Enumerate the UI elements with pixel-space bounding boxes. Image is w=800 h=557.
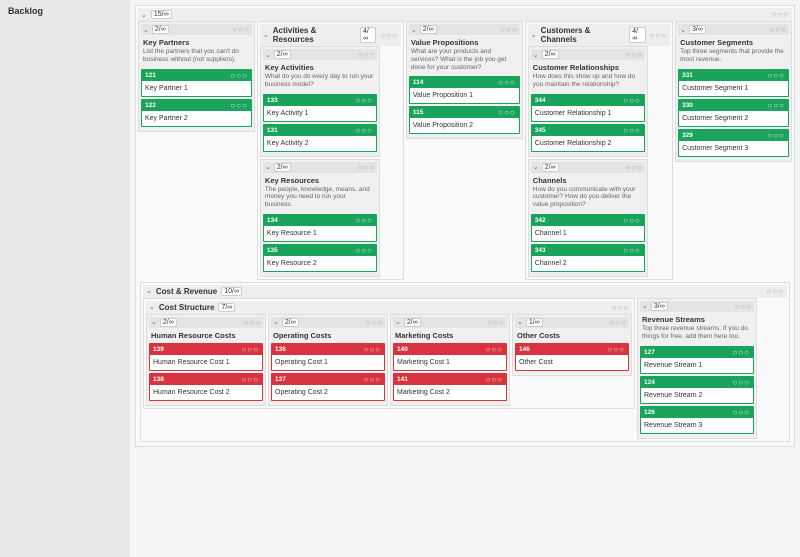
chevron-down-icon: ⌄ <box>533 163 539 171</box>
list-other-costs: ⌄1/∞○○○ Other Costs 146○○○Other Cost <box>512 314 632 376</box>
list-value-propositions: ⌄2/∞○○○ Value Propositions What are your… <box>406 21 523 139</box>
list-header[interactable]: ⌄2/∞○○○ <box>409 24 520 35</box>
chevron-down-icon: ⌄ <box>146 287 152 295</box>
chevron-down-icon: ⌄ <box>411 26 417 34</box>
card[interactable]: 345○○○Customer Relationship 2 <box>531 124 645 152</box>
card[interactable]: 121○○○Key Partner 1 <box>141 69 252 97</box>
list-header[interactable]: ⌄1/∞○○○ <box>515 317 629 328</box>
chevron-down-icon: ⌄ <box>265 163 271 171</box>
card[interactable]: 136○○○Operating Cost 1 <box>271 343 385 371</box>
list-header[interactable]: ⌄2/∞○○○ <box>263 49 377 60</box>
card[interactable]: 137○○○Operating Cost 2 <box>271 373 385 401</box>
group-header[interactable]: ⌄Customers & Channels4/∞○○○ <box>528 24 670 46</box>
list-key-partners: ⌄2/∞○○○ Key Partners List the partners t… <box>138 21 255 132</box>
list-customer-relationships: ⌄2/∞○○○ Customer Relationships How does … <box>528 46 648 157</box>
list-key-resources: ⌄2/∞○○○ Key Resources The people, knowle… <box>260 159 380 277</box>
chevron-down-icon: ⌄ <box>533 51 539 59</box>
chevron-down-icon: ⌄ <box>263 31 269 39</box>
card[interactable]: 131○○○Key Activity 2 <box>263 124 377 152</box>
list-desc: List the partners that you can't do busi… <box>141 48 252 67</box>
top-header[interactable]: ⌄ 15/∞ ○○○ <box>138 8 792 21</box>
board: ⌄ 15/∞ ○○○ ⌄2/∞○○○ Key Partners List the… <box>130 0 800 557</box>
chevron-down-icon: ⌄ <box>680 26 686 34</box>
chevron-down-icon: ⌄ <box>141 11 147 19</box>
group-header[interactable]: ⌄Cost Structure7/∞○○○ <box>146 301 632 314</box>
chevron-down-icon: ⌄ <box>273 318 279 326</box>
card[interactable]: 122○○○Key Partner 2 <box>141 99 252 127</box>
card[interactable]: 124○○○Revenue Stream 2 <box>640 376 754 404</box>
card[interactable]: 329○○○Customer Segment 3 <box>678 129 789 157</box>
card[interactable]: 134○○○Key Resource 1 <box>263 214 377 242</box>
list-marketing-costs: ⌄2/∞○○○ Marketing Costs 140○○○Marketing … <box>390 314 510 406</box>
card[interactable]: 146○○○Other Cost <box>515 343 629 371</box>
chevron-down-icon: ⌄ <box>531 31 537 39</box>
chevron-down-icon: ⌄ <box>517 318 523 326</box>
chevron-down-icon: ⌄ <box>143 26 149 34</box>
list-key-activities: ⌄2/∞○○○ Key Activities What do you do ev… <box>260 46 380 157</box>
list-hr-costs: ⌄2/∞○○○ Human Resource Costs 139○○○Human… <box>146 314 266 406</box>
list-revenue-streams: ⌄3/∞○○○ Revenue Streams Top three revenu… <box>637 298 757 439</box>
chevron-down-icon: ⌄ <box>642 302 648 310</box>
card[interactable]: 114○○○Value Proposition 1 <box>409 76 520 104</box>
list-customer-segments: ⌄3/∞○○○ Customer Segments Top three segm… <box>675 21 792 162</box>
list-channels: ⌄2/∞○○○ Channels How do you communicate … <box>528 159 648 277</box>
group-activities-resources: ⌄Activities & Resources4/∞○○○ ⌄2/∞○○○ Ke… <box>257 21 404 280</box>
sidebar: Backlog <box>0 0 130 557</box>
top-count: 15/∞ <box>151 10 172 19</box>
group-header[interactable]: ⌄Cost & Revenue10/∞○○○ <box>143 285 787 298</box>
list-title: Key Partners <box>141 35 252 48</box>
chevron-down-icon: ⌄ <box>151 318 157 326</box>
group-header[interactable]: ⌄Activities & Resources4/∞○○○ <box>260 24 401 46</box>
card[interactable]: 331○○○Customer Segment 1 <box>678 69 789 97</box>
list-header[interactable]: ⌄2/∞○○○ <box>141 24 252 35</box>
card[interactable]: 330○○○Customer Segment 2 <box>678 99 789 127</box>
card[interactable]: 141○○○Marketing Cost 2 <box>393 373 507 401</box>
list-header[interactable]: ⌄2/∞○○○ <box>531 162 645 173</box>
sidebar-title: Backlog <box>8 6 122 16</box>
list-header[interactable]: ⌄2/∞○○○ <box>149 317 263 328</box>
card[interactable]: 342○○○Channel 1 <box>531 214 645 242</box>
card[interactable]: 139○○○Human Resource Cost 1 <box>149 343 263 371</box>
group-cost-structure: ⌄Cost Structure7/∞○○○ ⌄2/∞○○○ Human Reso… <box>143 298 635 409</box>
group-cost-revenue: ⌄Cost & Revenue10/∞○○○ ⌄Cost Structure7/… <box>140 282 790 442</box>
card[interactable]: 126○○○Revenue Stream 3 <box>640 406 754 434</box>
card[interactable]: 115○○○Value Proposition 2 <box>409 106 520 134</box>
list-header[interactable]: ⌄2/∞○○○ <box>271 317 385 328</box>
card[interactable]: 343○○○Channel 2 <box>531 244 645 272</box>
list-header[interactable]: ⌄2/∞○○○ <box>393 317 507 328</box>
chevron-down-icon: ⌄ <box>149 303 155 311</box>
menu-icon[interactable]: ○○○ <box>772 10 790 19</box>
top-group: ⌄ 15/∞ ○○○ ⌄2/∞○○○ Key Partners List the… <box>135 5 795 447</box>
menu-icon[interactable]: ○○○ <box>232 25 250 34</box>
list-header[interactable]: ⌄2/∞○○○ <box>263 162 377 173</box>
list-header[interactable]: ⌄3/∞○○○ <box>640 301 754 312</box>
card[interactable]: 138○○○Human Resource Cost 2 <box>149 373 263 401</box>
group-customers-channels: ⌄Customers & Channels4/∞○○○ ⌄2/∞○○○ Cust… <box>525 21 673 280</box>
card[interactable]: 127○○○Revenue Stream 1 <box>640 346 754 374</box>
card[interactable]: 140○○○Marketing Cost 1 <box>393 343 507 371</box>
card[interactable]: 133○○○Key Activity 1 <box>263 94 377 122</box>
menu-icon[interactable]: ○○○ <box>380 31 398 40</box>
chevron-down-icon: ⌄ <box>395 318 401 326</box>
list-operating-costs: ⌄2/∞○○○ Operating Costs 136○○○Operating … <box>268 314 388 406</box>
list-header[interactable]: ⌄2/∞○○○ <box>531 49 645 60</box>
card[interactable]: 135○○○Key Resource 2 <box>263 244 377 272</box>
chevron-down-icon: ⌄ <box>265 51 271 59</box>
card[interactable]: 344○○○Customer Relationship 1 <box>531 94 645 122</box>
list-header[interactable]: ⌄3/∞○○○ <box>678 24 789 35</box>
